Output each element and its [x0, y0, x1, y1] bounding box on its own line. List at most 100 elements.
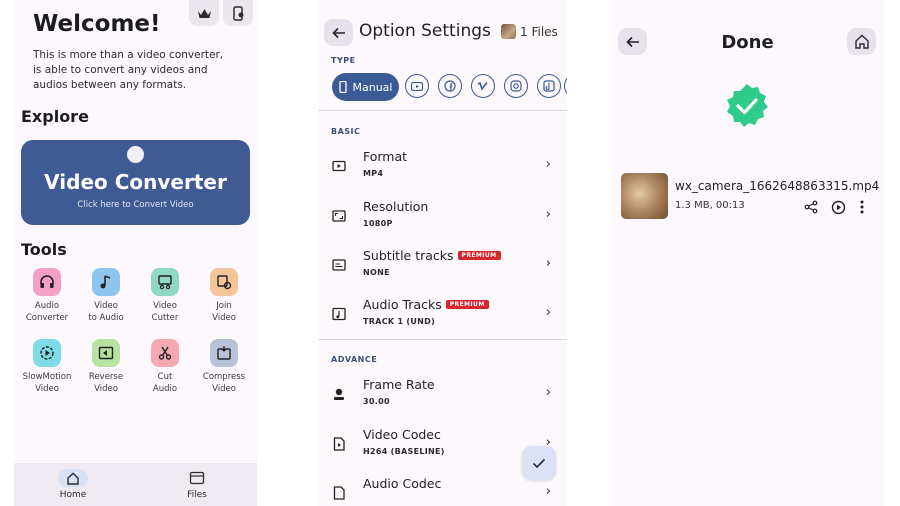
setting-value: MP4 [363, 169, 384, 178]
film-cut-icon [151, 268, 179, 296]
type-chip-label: Manual [352, 80, 393, 94]
tool-label: Audio Converter [25, 301, 69, 323]
welcome-title: Welcome! [33, 11, 161, 37]
tool-slowmotion-video[interactable]: SlowMotion Video [19, 339, 75, 395]
tool-label: Compress Video [202, 372, 246, 394]
intro-text: This is more than a video converter, is … [33, 49, 224, 91]
tool-label: Reverse Video [88, 372, 124, 394]
tool-cut-audio[interactable]: Cut Audio [137, 339, 193, 395]
home-icon [58, 469, 88, 487]
setting-title: Video Codec [363, 427, 441, 442]
frame-rate-icon [334, 388, 344, 400]
success-check-icon [727, 84, 768, 127]
advance-heading: ADVANCE [331, 355, 378, 364]
nav-home-label: Home [59, 490, 87, 500]
tool-audio-converter[interactable]: Audio Converter [19, 268, 75, 324]
confirm-button[interactable] [522, 446, 556, 480]
tool-reverse-video[interactable]: Reverse Video [78, 339, 134, 395]
setting-value: 1080P [363, 219, 393, 228]
bottom-navigation: Home Files [14, 463, 257, 506]
device-settings-button[interactable] [223, 0, 253, 26]
hero-title: Video Converter [44, 170, 227, 194]
files-icon [182, 469, 212, 487]
chevron-right-icon: › [545, 385, 551, 400]
tool-label: Video to Audio [88, 301, 124, 323]
basic-heading: BASIC [331, 127, 361, 136]
music-note-icon [92, 268, 120, 296]
setting-title-text: Audio Tracks [363, 297, 442, 312]
setting-title-text: Subtitle tracks [363, 248, 454, 263]
resolution-icon [332, 210, 346, 222]
setting-frame-rate[interactable]: Frame Rate 30.00 › [318, 373, 567, 421]
youtube-icon [411, 81, 423, 91]
play-button[interactable] [830, 199, 846, 215]
tiktok-icon [543, 80, 555, 92]
scissors-icon [151, 339, 179, 367]
reverse-icon [92, 339, 120, 367]
type-chip-instagram[interactable] [504, 74, 528, 98]
files-count[interactable]: 1 Files [520, 25, 558, 39]
phone-settings-icon [232, 5, 243, 21]
premium-badge: PREMIUM [457, 251, 501, 260]
more-vertical-icon [860, 200, 864, 214]
tool-label: Video Cutter [151, 301, 179, 323]
type-chip-vimeo[interactable] [471, 74, 495, 98]
option-settings-screen: Option Settings 1 Files TYPE Manual BASI… [318, 0, 567, 506]
type-chip-tiktok[interactable] [537, 74, 561, 98]
back-button[interactable] [324, 19, 353, 46]
share-button[interactable] [803, 199, 819, 215]
setting-audio-tracks[interactable]: Audio Tracks PREMIUM TRACK 1 (UND) › [318, 293, 567, 341]
type-heading: TYPE [331, 56, 356, 65]
setting-value: 30.00 [363, 397, 390, 406]
subtitles-icon [332, 259, 346, 271]
divider [318, 110, 567, 111]
setting-resolution[interactable]: Resolution 1080P › [318, 195, 567, 243]
setting-title: Frame Rate [363, 377, 435, 392]
video-converter-card[interactable]: Video Converter Click here to Convert Vi… [21, 140, 250, 225]
tool-video-cutter[interactable]: Video Cutter [137, 268, 193, 324]
type-chip-facebook[interactable] [438, 74, 462, 98]
crown-icon [197, 8, 211, 18]
setting-value: TRACK 1 (UND) [363, 317, 436, 326]
video-thumbnail[interactable] [621, 173, 668, 219]
type-chip-manual[interactable]: Manual [332, 73, 399, 101]
more-options-button[interactable] [854, 199, 870, 215]
converter-logo-icon [127, 146, 144, 163]
file-thumbnail [501, 24, 516, 39]
tool-label: Cut Audio [152, 372, 178, 394]
nav-files[interactable]: Files [167, 463, 227, 500]
tool-label: Join Video [212, 301, 236, 323]
page-title: Option Settings [359, 21, 491, 41]
explore-heading: Explore [21, 107, 89, 126]
file-meta: 1.3 MB, 00:13 [675, 200, 745, 211]
chevron-right-icon: › [545, 484, 551, 499]
video-codec-icon [333, 437, 345, 451]
video-format-icon [332, 160, 346, 172]
tool-video-to-audio[interactable]: Video to Audio [78, 268, 134, 324]
slow-motion-icon [33, 339, 61, 367]
tool-compress-video[interactable]: Compress Video [196, 339, 252, 395]
setting-title: Audio Codec [363, 476, 442, 491]
setting-format[interactable]: Format MP4 › [318, 145, 567, 193]
setting-title: Audio Tracks PREMIUM [363, 297, 489, 312]
setting-title: Format [363, 149, 408, 164]
audio-track-icon [332, 307, 346, 321]
premium-badge: PREMIUM [445, 300, 489, 309]
premium-crown-button[interactable] [189, 0, 219, 26]
home-button[interactable] [847, 28, 876, 55]
play-circle-icon [831, 200, 845, 214]
type-chip-youtube[interactable] [405, 74, 429, 98]
chevron-right-icon: › [545, 256, 551, 271]
setting-title: Resolution [363, 199, 429, 214]
home-screen: Welcome! This is more than a video conve… [14, 0, 257, 506]
setting-subtitle-tracks[interactable]: Subtitle tracks PREMIUM NONE › [318, 244, 567, 292]
done-screen: Done wx_camera_1662648863315.mp4 1.3 MB,… [611, 0, 884, 506]
tool-join-video[interactable]: Join Video [196, 268, 252, 324]
nav-home[interactable]: Home [43, 463, 103, 500]
check-icon [532, 458, 546, 468]
type-chip-more[interactable] [564, 74, 567, 98]
setting-value: H264 (BASELINE) [363, 447, 445, 456]
tool-label: SlowMotion Video [22, 372, 72, 394]
file-name: wx_camera_1662648863315.mp4 [675, 179, 880, 193]
nav-files-label: Files [187, 490, 207, 500]
